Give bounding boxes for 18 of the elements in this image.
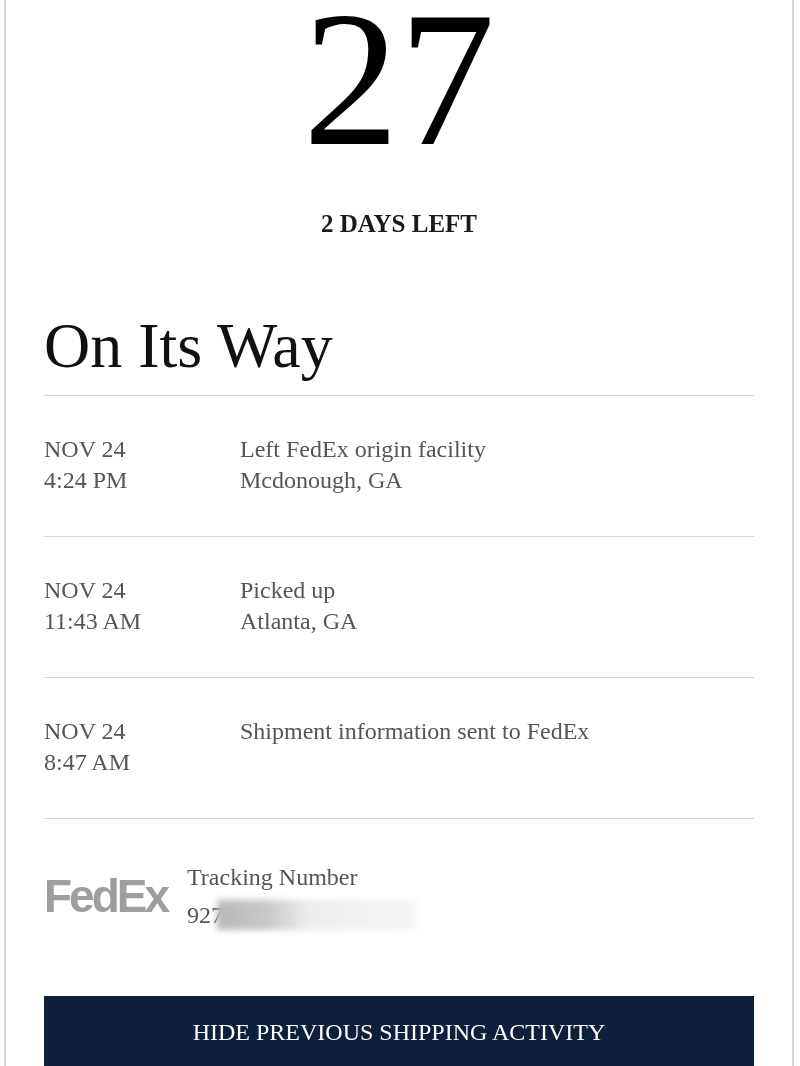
activity-date: NOV 24 bbox=[44, 576, 126, 605]
activity-description: Picked up bbox=[240, 576, 336, 605]
tracking-number: 927 bbox=[187, 901, 224, 930]
delivery-day: 27 bbox=[303, 0, 495, 176]
tracking-label: Tracking Number bbox=[187, 863, 358, 892]
activity-date: NOV 24 bbox=[44, 435, 126, 464]
days-left: 2 DAYS LEFT bbox=[320, 209, 478, 239]
hide-activity-button[interactable]: HIDE PREVIOUS SHIPPING ACTIVITY bbox=[44, 996, 754, 1066]
activity-time: 11:43 AM bbox=[44, 607, 142, 636]
activity-description: Shipment information sent to FedEx bbox=[240, 717, 590, 746]
activity-date: NOV 24 bbox=[44, 717, 126, 746]
activity-time: 8:47 AM bbox=[44, 748, 130, 777]
activity-time: 4:24 PM bbox=[44, 466, 128, 495]
carrier-logo: FedEx bbox=[44, 876, 168, 916]
activity-location: Atlanta, GA bbox=[240, 607, 358, 636]
activity-description: Left FedEx origin facility bbox=[240, 435, 486, 464]
status-title: On Its Way bbox=[44, 309, 333, 383]
activity-location: Mcdonough, GA bbox=[240, 466, 403, 495]
